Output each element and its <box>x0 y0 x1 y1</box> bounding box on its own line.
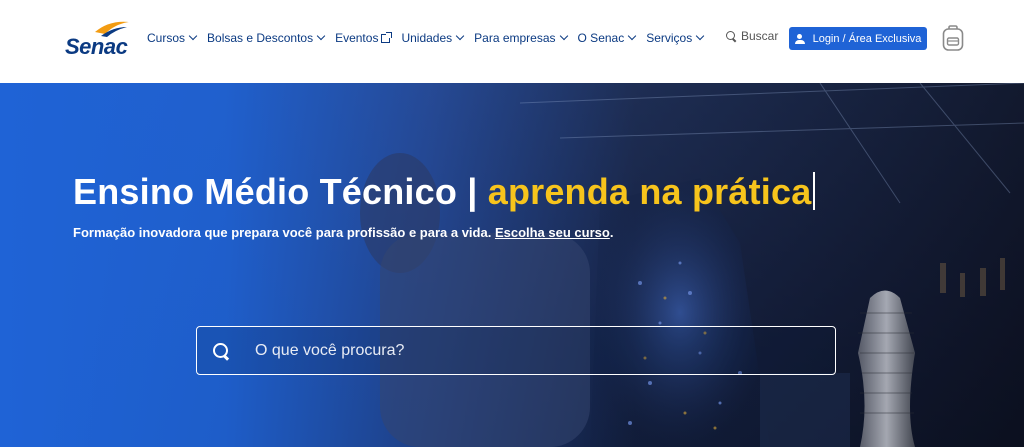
hero-title-accent: aprenda na prática <box>487 171 812 212</box>
choose-course-link[interactable]: Escolha seu curso <box>495 225 610 240</box>
nav-item-label: Bolsas e Descontos <box>207 31 314 45</box>
nav-item-o-senac[interactable]: O Senac <box>577 31 637 45</box>
nav-item-label: Serviços <box>646 31 693 45</box>
chevron-down-icon <box>316 31 326 41</box>
hero-subtitle-text: Formação inovadora que prepara você para… <box>73 225 495 240</box>
chevron-down-icon <box>627 31 637 41</box>
search-icon[interactable] <box>213 342 229 359</box>
hero-search-box[interactable] <box>196 326 836 375</box>
typing-caret <box>813 172 816 210</box>
login-button[interactable]: Login / Área Exclusiva <box>789 27 927 50</box>
hero-background-image <box>360 83 1024 447</box>
external-link-icon <box>381 31 393 43</box>
nav-item-label: Cursos <box>147 31 186 45</box>
user-icon <box>794 33 805 44</box>
nav-item-para-empresas[interactable]: Para empresas <box>474 31 568 45</box>
hero-subtitle-end: . <box>609 225 614 240</box>
nav-item-servicos[interactable]: Serviços <box>646 31 705 45</box>
search-icon <box>726 31 736 41</box>
senac-logo[interactable]: Senac <box>65 18 133 60</box>
nav-item-label: Unidades <box>401 31 453 45</box>
chevron-down-icon <box>695 31 705 41</box>
hero-title: Ensino Médio Técnico | aprenda na prátic… <box>73 171 816 213</box>
hero-subtitle: Formação inovadora que prepara você para… <box>73 225 613 240</box>
hero-banner: Ensino Médio Técnico | aprenda na prátic… <box>0 83 1024 447</box>
nav-item-eventos[interactable]: Eventos <box>335 31 393 45</box>
login-button-label: Login / Área Exclusiva <box>812 32 922 45</box>
search-link-label: Buscar <box>741 29 779 43</box>
nav-item-label: Eventos <box>335 31 379 45</box>
logo-text: Senac <box>65 34 128 59</box>
search-input[interactable] <box>255 341 815 360</box>
chevron-down-icon <box>188 31 198 41</box>
main-nav: Cursos Bolsas e Descontos Eventos Unidad… <box>147 29 714 47</box>
site-header: Senac Cursos Bolsas e Descontos Eventos … <box>0 0 1024 83</box>
nav-item-bolsas-e-descontos[interactable]: Bolsas e Descontos <box>207 31 326 45</box>
hero-title-main: Ensino Médio Técnico | <box>73 171 488 212</box>
chevron-down-icon <box>455 31 465 41</box>
nav-item-cursos[interactable]: Cursos <box>147 31 198 45</box>
search-link[interactable]: Buscar <box>726 29 778 43</box>
nav-item-label: O Senac <box>577 31 625 45</box>
chevron-down-icon <box>559 31 568 41</box>
backpack-icon[interactable] <box>942 25 964 51</box>
nav-item-unidades[interactable]: Unidades <box>401 31 465 45</box>
nav-item-label: Para empresas <box>474 31 556 45</box>
